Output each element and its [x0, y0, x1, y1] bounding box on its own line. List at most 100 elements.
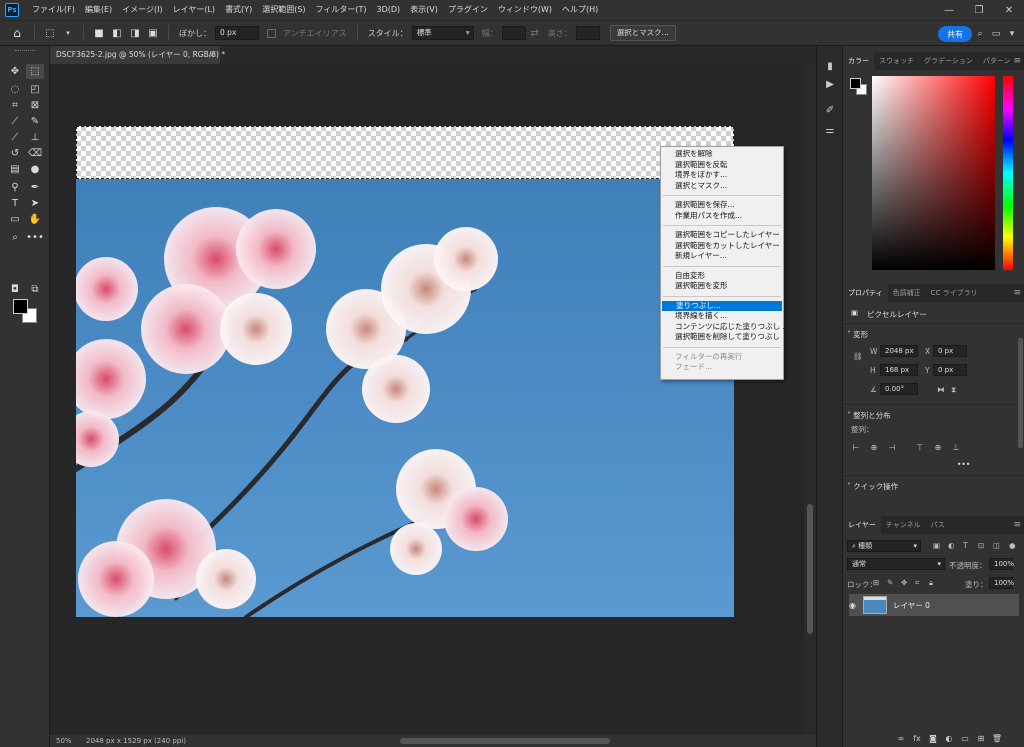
link-layers-icon[interactable]: ∞: [893, 732, 909, 744]
width-input[interactable]: [501, 26, 526, 40]
hue-slider[interactable]: [1003, 76, 1013, 270]
filter-toggle-icon[interactable]: ●: [1009, 541, 1016, 550]
tab-cc-libraries[interactable]: CC ライブラリ: [926, 284, 983, 302]
tab-layers[interactable]: レイヤー: [843, 516, 881, 534]
close-window-button[interactable]: ✕: [994, 0, 1024, 20]
panel-menu-icon[interactable]: ≡: [1013, 52, 1021, 70]
tab-paths[interactable]: パス: [926, 516, 950, 534]
new-selection-icon[interactable]: ■: [92, 26, 106, 40]
subtract-selection-icon[interactable]: ◨: [128, 26, 142, 40]
zoom-tool-icon[interactable]: ⌕: [6, 230, 24, 245]
screen-mode-icon[interactable]: ⧉: [26, 282, 44, 297]
lasso-tool-icon[interactable]: ◌: [6, 82, 24, 97]
menu-item[interactable]: フィルター(T): [311, 0, 372, 20]
filter-pixel-icon[interactable]: ▣: [933, 541, 940, 550]
document-tab[interactable]: DSCF3625-2.jpg @ 50% (レイヤー 0, RGB/8) * ×: [50, 46, 225, 64]
menu-item[interactable]: 書式(Y): [220, 0, 257, 20]
blur-tool-icon[interactable]: ●: [26, 162, 44, 177]
context-menu-item[interactable]: 自由変形: [661, 271, 783, 282]
context-menu-item[interactable]: 選択範囲を保存...: [661, 200, 783, 211]
marquee-preset-icon[interactable]: ⬚: [43, 26, 57, 40]
brush-tool-icon[interactable]: ⟋: [6, 130, 24, 145]
zoom-level[interactable]: 50%: [50, 737, 76, 745]
crop-tool-icon[interactable]: ⌗: [6, 98, 24, 113]
add-mask-icon[interactable]: ◙: [925, 732, 941, 744]
height-input[interactable]: [575, 26, 600, 40]
style-select[interactable]: 標準: [411, 26, 474, 40]
lock-position-icon[interactable]: ✥: [901, 578, 907, 587]
vertical-scroll-thumb[interactable]: [807, 504, 813, 634]
layer-filter-select[interactable]: ⌕ 種類 ▾: [847, 540, 921, 552]
marquee-tool-icon[interactable]: ⬚: [26, 64, 44, 79]
panel-menu-icon[interactable]: ≡: [1013, 516, 1021, 534]
menu-item[interactable]: 選択範囲(S): [257, 0, 310, 20]
panel-menu-icon[interactable]: ≡: [1013, 284, 1021, 302]
link-icon[interactable]: ⛓: [853, 352, 863, 361]
document-canvas[interactable]: [76, 126, 734, 617]
adjustment-layer-icon[interactable]: ◐: [941, 732, 957, 744]
context-menu-item[interactable]: コンテンツに応じた塗りつぶし ...: [661, 322, 790, 333]
tab-patterns[interactable]: パターン: [978, 52, 1016, 70]
context-menu-item[interactable]: 境界線を描く...: [661, 311, 783, 322]
pen-tool-icon[interactable]: ✒: [26, 180, 44, 195]
filter-smart-icon[interactable]: ◫: [993, 541, 1000, 550]
context-menu-item[interactable]: 選択範囲を変形: [661, 281, 783, 292]
quick-actions-header[interactable]: ˅ クイック操作: [847, 481, 898, 492]
menu-item[interactable]: イメージ(I): [117, 0, 167, 20]
history-panel-icon[interactable]: ▮: [822, 58, 838, 74]
group-icon[interactable]: ▭: [957, 732, 973, 744]
minimize-button[interactable]: —: [934, 0, 964, 20]
width-field[interactable]: 2048 px: [880, 345, 918, 357]
tab-gradients[interactable]: グラデーション: [919, 52, 978, 70]
document-info[interactable]: 2048 px x 1529 px (240 ppi): [86, 737, 186, 745]
eraser-tool-icon[interactable]: ⌫: [26, 146, 44, 161]
align-left-icon[interactable]: ⊢: [851, 442, 861, 452]
adjustments-icon[interactable]: ⚌: [822, 122, 838, 138]
lock-image-icon[interactable]: ✎: [887, 578, 893, 587]
context-menu-item[interactable]: 塗りつぶし...: [662, 300, 782, 311]
history-brush-tool-icon[interactable]: ↺: [6, 146, 24, 161]
lock-all-icon[interactable]: 🔒︎: [929, 578, 933, 588]
transform-section-header[interactable]: ˅ 変形: [847, 329, 868, 340]
tab-properties[interactable]: プロパティ: [843, 284, 888, 302]
panel-foreground-swatch[interactable]: [850, 78, 861, 89]
context-menu-item[interactable]: 選択範囲を反転: [661, 160, 783, 171]
menu-item[interactable]: 3D(D): [372, 0, 406, 20]
flip-vertical-icon[interactable]: ⧗: [951, 385, 956, 395]
filter-type-icon[interactable]: T: [963, 541, 968, 550]
menu-item[interactable]: ヘルプ(H): [557, 0, 603, 20]
visibility-eye-icon[interactable]: ◉: [849, 601, 861, 610]
more-options-icon[interactable]: •••: [957, 460, 970, 469]
filter-adjust-icon[interactable]: ◐: [948, 541, 955, 550]
chevron-down-icon[interactable]: ▾: [1004, 26, 1020, 42]
tab-swatches[interactable]: スウォッチ: [874, 52, 919, 70]
clone-stamp-tool-icon[interactable]: ⊥: [26, 130, 44, 145]
frame-tool-icon[interactable]: ⊠: [26, 98, 44, 113]
align-center-h-icon[interactable]: ⊕: [869, 442, 879, 452]
quick-mask-icon[interactable]: ◘: [6, 282, 24, 297]
close-tab-icon[interactable]: ×: [209, 46, 215, 64]
y-field[interactable]: 0 px: [933, 364, 967, 376]
home-icon[interactable]: ⌂: [6, 23, 28, 43]
tab-channels[interactable]: チャンネル: [881, 516, 926, 534]
properties-scrollbar[interactable]: [1018, 338, 1023, 448]
menu-item[interactable]: レイヤー(L): [168, 0, 220, 20]
menu-item[interactable]: 編集(E): [80, 0, 117, 20]
menu-item[interactable]: ウィンドウ(W): [493, 0, 557, 20]
fill-field[interactable]: 100%: [989, 577, 1014, 589]
menu-item[interactable]: 表示(V): [405, 0, 443, 20]
context-menu-item[interactable]: 新規レイヤー...: [661, 251, 783, 262]
align-middle-icon[interactable]: ⊕: [933, 442, 943, 452]
layer-name[interactable]: レイヤー 0: [893, 600, 930, 611]
context-menu-item[interactable]: 選択を解除: [661, 149, 783, 160]
blend-mode-select[interactable]: 通常 ▾: [847, 558, 945, 570]
feather-input[interactable]: 0 px: [215, 26, 259, 40]
x-field[interactable]: 0 px: [933, 345, 967, 357]
healing-brush-tool-icon[interactable]: ✎: [26, 114, 44, 129]
context-menu-item[interactable]: 選択とマスク...: [661, 181, 783, 192]
gradient-tool-icon[interactable]: ▤: [6, 162, 24, 177]
height-field[interactable]: 168 px: [880, 364, 918, 376]
layer-row[interactable]: ◉ レイヤー 0: [849, 594, 1019, 616]
lock-artboard-icon[interactable]: ⌗: [915, 578, 919, 588]
intersect-selection-icon[interactable]: ▣: [146, 26, 160, 40]
